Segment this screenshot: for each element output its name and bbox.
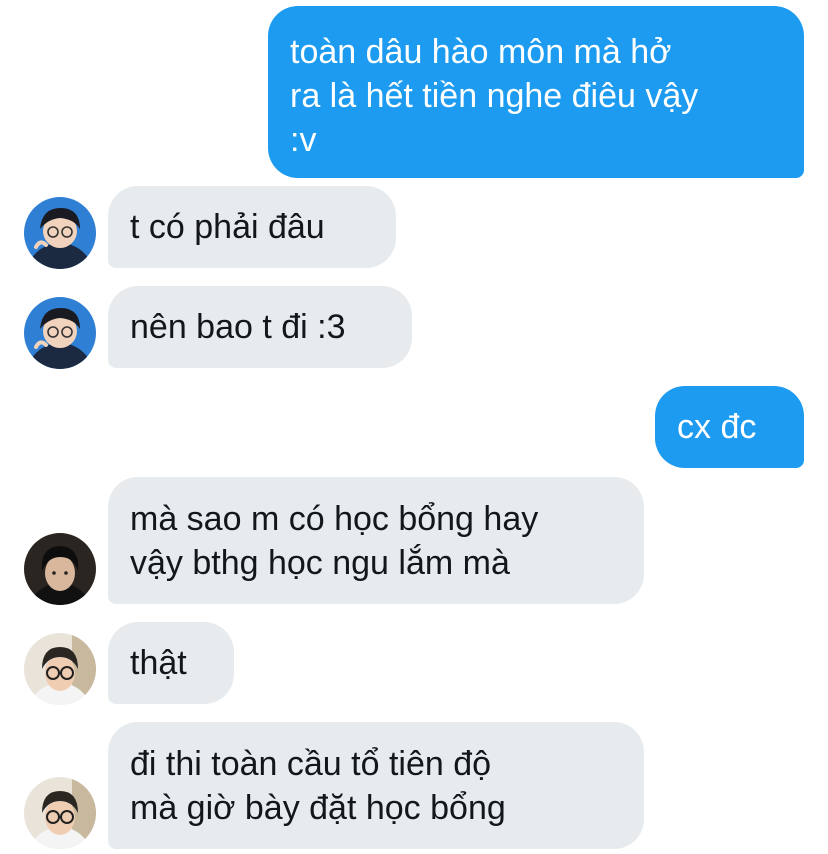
incoming-message-bubble[interactable]: đi thi toàn cầu tổ tiên độ mà giờ bày đặ…	[108, 722, 644, 849]
avatar-boy-glasses-icon[interactable]	[24, 297, 96, 369]
incoming-message-bubble[interactable]: t có phải đâu	[108, 186, 396, 268]
incoming-message-bubble[interactable]: thật	[108, 622, 234, 704]
avatar-boy-round-glasses-icon[interactable]	[24, 777, 96, 849]
incoming-message-bubble[interactable]: mà sao m có học bổng hay vậy bthg học ng…	[108, 477, 644, 604]
outgoing-message-bubble[interactable]: cx đc	[655, 386, 804, 468]
avatar-boy-round-glasses-icon[interactable]	[24, 633, 96, 705]
outgoing-message-bubble[interactable]: toàn dâu hào môn mà hở ra là hết tiền ng…	[268, 6, 804, 178]
incoming-message-bubble[interactable]: nên bao t đi :3	[108, 286, 412, 368]
avatar-boy-glasses-icon[interactable]	[24, 197, 96, 269]
avatar-boy-dark-icon[interactable]	[24, 533, 96, 605]
